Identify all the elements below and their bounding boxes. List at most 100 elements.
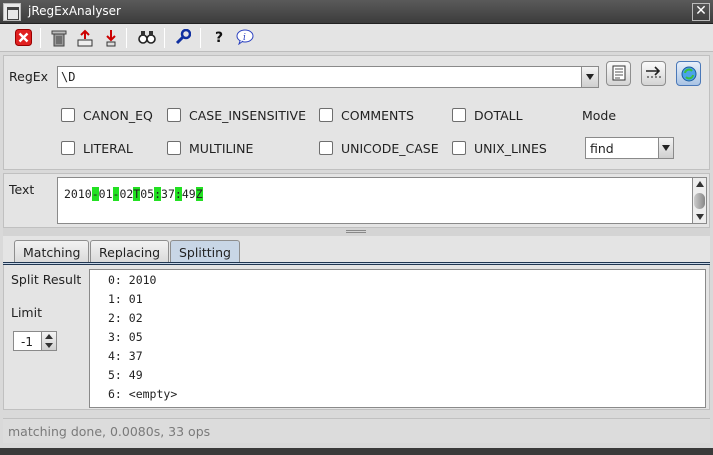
- spinner-up-icon[interactable]: [45, 334, 53, 339]
- toolbar-separator: [164, 28, 165, 48]
- text-input[interactable]: 2010-01-02T05:37:49Z: [57, 177, 693, 224]
- refresh-analyse-button[interactable]: [676, 61, 701, 86]
- close-red-x-icon[interactable]: [12, 27, 34, 49]
- list-item[interactable]: 5: 49: [108, 368, 143, 382]
- result-value: 02: [128, 311, 143, 325]
- limit-value[interactable]: -1: [21, 335, 33, 349]
- help-question-icon[interactable]: ?: [208, 27, 230, 49]
- info-icon[interactable]: i: [234, 27, 256, 49]
- trash-can-icon[interactable]: [48, 27, 70, 49]
- flag-label: DOTALL: [474, 108, 523, 123]
- result-value: 37: [128, 349, 143, 363]
- result-value: 49: [128, 368, 143, 382]
- scroll-thumb[interactable]: [694, 193, 705, 209]
- split-result-list[interactable]: 0: 2010 1: 01 2: 02 3: 05 4: 37 5: 49 6: <empt…: [89, 269, 706, 408]
- import-icon[interactable]: [100, 27, 122, 49]
- result-value: 01: [128, 292, 143, 306]
- checkbox[interactable]: [452, 108, 466, 122]
- text-scrollbar[interactable]: [693, 177, 707, 224]
- toolbar-separator: [126, 28, 127, 48]
- checkbox[interactable]: [167, 141, 181, 155]
- result-index: 1:: [108, 292, 129, 306]
- split-result-label: Split Result: [11, 272, 82, 287]
- splitting-panel: Split Result Limit -1 0: 2010 1: 01 2: 02 3…: [3, 265, 710, 410]
- text-panel: Text 2010-01-02T05:37:49Z: [3, 173, 710, 228]
- match-highlight: :: [154, 187, 162, 201]
- list-item[interactable]: 1: 01: [108, 292, 143, 306]
- result-value: 05: [128, 330, 143, 344]
- window-menu-icon[interactable]: [3, 3, 21, 21]
- list-item[interactable]: 0: 2010: [108, 273, 156, 287]
- status-bar: matching done, 0.0080s, 33 ops: [3, 418, 710, 443]
- scroll-down-icon[interactable]: [696, 214, 704, 220]
- list-item[interactable]: 4: 37: [108, 349, 143, 363]
- checkbox[interactable]: [319, 141, 333, 155]
- text-segment: 02: [119, 187, 134, 201]
- match-highlight: Z: [195, 187, 203, 201]
- status-text: matching done, 0.0080s, 33 ops: [8, 424, 211, 439]
- checkbox[interactable]: [61, 108, 75, 122]
- window-close-button[interactable]: ✕: [692, 3, 710, 21]
- wrench-icon[interactable]: [172, 27, 194, 49]
- flag-label: UNIX_LINES: [474, 141, 547, 156]
- scroll-up-icon[interactable]: [696, 181, 704, 187]
- regex-label: RegEx: [9, 69, 49, 84]
- regex-library-button[interactable]: [606, 61, 631, 86]
- spinner-down-icon[interactable]: [45, 343, 53, 348]
- list-item[interactable]: 6: <empty>: [108, 387, 177, 401]
- regex-value[interactable]: \D: [61, 70, 75, 84]
- binoculars-icon[interactable]: [136, 27, 158, 49]
- mode-value[interactable]: find: [590, 141, 614, 156]
- flag-label: MULTILINE: [189, 141, 254, 156]
- toolbar: ? i: [0, 24, 713, 52]
- spinner-buttons[interactable]: [41, 332, 56, 350]
- regex-input[interactable]: \D: [57, 66, 599, 88]
- result-value: 2010: [128, 273, 157, 287]
- tabbed-pane: Matching Replacing Splitting Split Resul…: [3, 236, 710, 410]
- title-bar: jRegExAnalyser ✕: [0, 0, 713, 24]
- checkbox[interactable]: [167, 108, 181, 122]
- flag-label: UNICODE_CASE: [341, 141, 439, 156]
- flag-label: LITERAL: [83, 141, 133, 156]
- tab-replacing[interactable]: Replacing: [90, 240, 170, 263]
- chevron-down-icon[interactable]: [581, 67, 598, 87]
- result-index: 6:: [108, 387, 129, 401]
- checkbox[interactable]: [452, 141, 466, 155]
- splitter-grip-icon[interactable]: [346, 230, 366, 233]
- result-index: 0:: [108, 273, 129, 287]
- export-icon[interactable]: [74, 27, 96, 49]
- checkbox[interactable]: [319, 108, 333, 122]
- chevron-down-icon[interactable]: [658, 138, 673, 158]
- tab-splitting[interactable]: Splitting: [170, 240, 240, 263]
- mode-select[interactable]: find: [585, 137, 674, 159]
- window-title: jRegExAnalyser: [28, 4, 121, 18]
- text-content[interactable]: 2010-01-02T05:37:49Z: [64, 187, 203, 201]
- regex-panel: RegEx \D CANON_EQ CASE_INSENSITIVE COMME…: [3, 55, 710, 170]
- text-segment: 37: [161, 187, 175, 201]
- list-item[interactable]: 3: 05: [108, 330, 143, 344]
- result-index: 3:: [108, 330, 129, 344]
- text-segment: 49: [181, 187, 196, 201]
- flag-label: COMMENTS: [341, 108, 414, 123]
- text-segment: 05: [140, 187, 155, 201]
- limit-spinner[interactable]: -1: [13, 331, 57, 351]
- checkbox[interactable]: [61, 141, 75, 155]
- split-pane-divider[interactable]: [3, 228, 710, 236]
- flag-label: CASE_INSENSITIVE: [189, 108, 306, 123]
- result-index: 5:: [108, 368, 129, 382]
- limit-label: Limit: [11, 305, 42, 320]
- insert-regex-button[interactable]: [641, 61, 666, 86]
- toolbar-separator: [200, 28, 201, 48]
- list-item[interactable]: 2: 02: [108, 311, 143, 325]
- text-segment: 01: [98, 187, 113, 201]
- match-highlight: -: [91, 187, 99, 201]
- match-highlight: :: [174, 187, 182, 201]
- svg-text:i: i: [243, 33, 246, 43]
- tab-matching[interactable]: Matching: [14, 240, 90, 263]
- result-value: <empty>: [128, 387, 178, 401]
- mode-label: Mode: [582, 108, 617, 123]
- result-index: 4:: [108, 349, 129, 363]
- text-segment: 2010: [64, 187, 92, 201]
- toolbar-separator: [40, 28, 41, 48]
- flag-label: CANON_EQ: [83, 108, 153, 123]
